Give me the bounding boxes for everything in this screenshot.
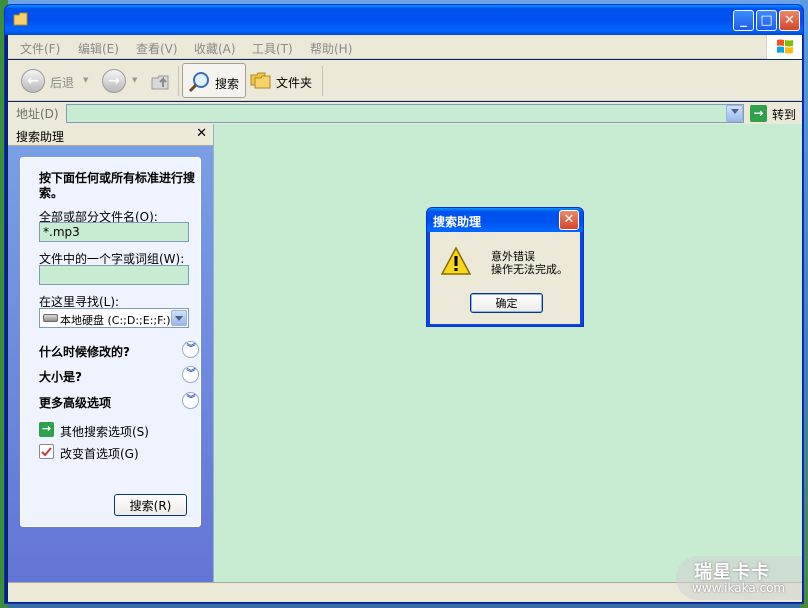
search-button[interactable]: 搜索 bbox=[182, 63, 246, 98]
panel-search-button[interactable]: 搜索(R) bbox=[114, 494, 187, 516]
filename-input[interactable] bbox=[39, 222, 189, 242]
look-in-dropdown-button[interactable] bbox=[171, 310, 187, 326]
section-advanced-options[interactable]: 更多高级选项 ︾ bbox=[39, 392, 199, 410]
toolbar: ← 后退 ▼ → ▼ 搜索 文件夹 bbox=[8, 60, 802, 101]
menu-view[interactable]: 查看(V) bbox=[136, 40, 178, 57]
panel-title: 搜索助理 bbox=[16, 130, 65, 144]
panel-close-icon[interactable]: ✕ bbox=[196, 126, 207, 141]
search-button-label: 搜索 bbox=[215, 77, 240, 91]
expand-chevron-icon[interactable]: ︾ bbox=[182, 341, 199, 358]
dialog-title-bar[interactable]: 搜索助理 ✕ bbox=[427, 208, 583, 232]
section-label: 什么时候修改的? bbox=[39, 345, 130, 359]
dialog-ok-button[interactable]: 确定 bbox=[470, 293, 543, 313]
minimize-icon: _ bbox=[740, 13, 747, 28]
dialog-close-button[interactable]: ✕ bbox=[559, 210, 579, 230]
section-date-modified[interactable]: 什么时候修改的? ︾ bbox=[39, 341, 199, 359]
link-label[interactable]: 改变首选项(G) bbox=[60, 445, 139, 462]
search-criteria-card: 按下面任何或所有标准进行搜索。 全部或部分文件名(O): 文件中的一个字或词组(… bbox=[20, 157, 201, 527]
explorer-window: _ □ ✕ 文件(F) 编辑(E) 查看(V) 收藏(A) 工具(T) 帮助(H… bbox=[4, 4, 804, 604]
go-button[interactable]: 转到 bbox=[772, 106, 796, 123]
folder-icon bbox=[13, 12, 28, 26]
expand-chevron-icon[interactable]: ︾ bbox=[182, 392, 199, 409]
close-icon: ✕ bbox=[563, 212, 575, 227]
expand-chevron-icon[interactable]: ︾ bbox=[182, 366, 199, 383]
dialog-message-line2: 操作无法完成。 bbox=[491, 263, 568, 276]
address-input[interactable] bbox=[66, 104, 744, 123]
folders-button-label[interactable]: 文件夹 bbox=[276, 74, 312, 91]
menu-favorites[interactable]: 收藏(A) bbox=[194, 40, 236, 57]
menu-bar: 文件(F) 编辑(E) 查看(V) 收藏(A) 工具(T) 帮助(H) bbox=[8, 35, 802, 59]
close-icon: ✕ bbox=[784, 13, 795, 28]
section-size[interactable]: 大小是? ︾ bbox=[39, 366, 199, 384]
forward-arrow-icon: → bbox=[108, 73, 120, 89]
panel-header: 搜索助理 ✕ bbox=[8, 124, 213, 146]
forward-dropdown-icon[interactable]: ▼ bbox=[132, 76, 137, 84]
dialog-title: 搜索助理 bbox=[433, 215, 482, 229]
dialog-body: 意外错误 操作无法完成。 确定 bbox=[430, 232, 580, 324]
watermark-logo: 瑞星卡卡 www.ikaka.com bbox=[676, 556, 802, 600]
menu-file[interactable]: 文件(F) bbox=[20, 40, 60, 57]
maximize-button[interactable]: □ bbox=[756, 10, 777, 31]
menu-edit[interactable]: 编辑(E) bbox=[78, 40, 119, 57]
address-dropdown-button[interactable] bbox=[726, 105, 743, 122]
search-heading: 按下面任何或所有标准进行搜索。 bbox=[39, 171, 196, 200]
toolbar-separator bbox=[178, 66, 179, 96]
close-button[interactable]: ✕ bbox=[779, 10, 800, 31]
go-arrow-icon[interactable]: → bbox=[750, 105, 767, 122]
watermark-url: www.ikaka.com bbox=[692, 581, 786, 595]
checklist-icon bbox=[39, 444, 54, 459]
maximize-icon: □ bbox=[760, 13, 773, 28]
hard-drive-icon bbox=[43, 314, 58, 322]
address-label: 地址(D) bbox=[16, 107, 59, 121]
link-other-search-options[interactable]: → 其他搜索选项(S) bbox=[39, 421, 199, 439]
warning-icon bbox=[440, 246, 472, 275]
back-arrow-icon: ← bbox=[27, 73, 39, 89]
section-label: 大小是? bbox=[39, 370, 82, 384]
search-icon bbox=[188, 72, 209, 93]
error-dialog: 搜索助理 ✕ 意外错误 操作无法完成。 确定 bbox=[426, 207, 584, 327]
minimize-button[interactable]: _ bbox=[733, 10, 754, 31]
title-bar[interactable]: _ □ ✕ bbox=[5, 5, 803, 35]
look-in-value: 本地硬盘 (C:;D:;E:;F:) bbox=[60, 314, 171, 327]
folders-icon[interactable] bbox=[250, 71, 272, 89]
results-pane[interactable] bbox=[213, 124, 802, 582]
forward-button[interactable]: → bbox=[102, 69, 126, 93]
windows-logo-icon bbox=[766, 35, 802, 59]
toolbar-separator bbox=[322, 66, 323, 96]
back-button[interactable]: ← bbox=[21, 69, 45, 93]
menu-help[interactable]: 帮助(H) bbox=[310, 40, 352, 57]
link-label[interactable]: 其他搜索选项(S) bbox=[60, 423, 149, 440]
search-companion-panel: 搜索助理 ✕ 按下面任何或所有标准进行搜索。 全部或部分文件名(O): 文件中的… bbox=[8, 124, 213, 582]
section-label: 更多高级选项 bbox=[39, 396, 112, 410]
link-change-preferences[interactable]: 改变首选项(G) bbox=[39, 443, 199, 461]
look-in-select[interactable]: 本地硬盘 (C:;D:;E:;F:) bbox=[39, 308, 189, 328]
back-label: 后退 bbox=[50, 76, 75, 90]
chevron-down-icon bbox=[731, 109, 739, 114]
chevron-down-icon bbox=[175, 316, 183, 321]
menu-tools[interactable]: 工具(T) bbox=[252, 40, 293, 57]
phrase-input[interactable] bbox=[39, 265, 189, 285]
back-dropdown-icon[interactable]: ▼ bbox=[83, 76, 88, 84]
address-bar: 地址(D) → 转到 bbox=[8, 102, 802, 124]
up-folder-icon[interactable] bbox=[150, 70, 172, 92]
green-arrow-icon: → bbox=[39, 422, 54, 437]
